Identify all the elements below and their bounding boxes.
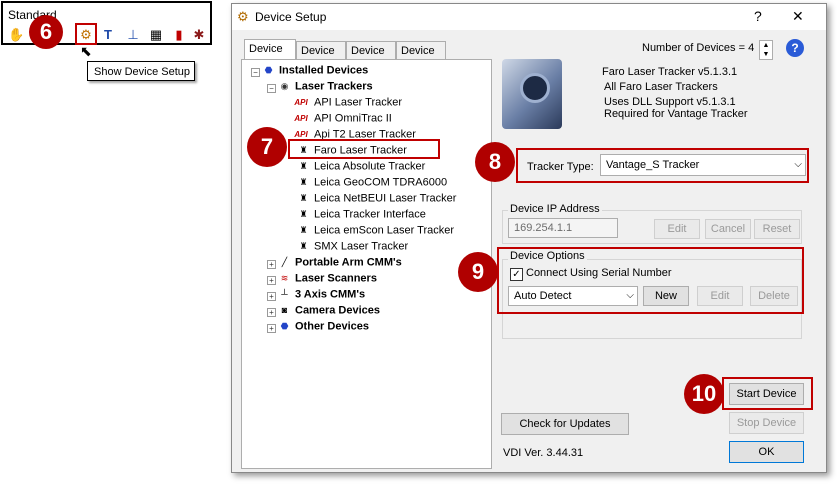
callout-7: 7: [247, 127, 287, 167]
camera-icon: ◙: [281, 305, 288, 315]
check-updates-button[interactable]: Check for Updates: [501, 413, 629, 435]
close-button[interactable]: ✕: [792, 8, 804, 25]
callout-8: 8: [475, 142, 515, 182]
mouse-cursor-icon: ⬉: [80, 43, 92, 59]
tracker-icon[interactable]: ✱: [191, 27, 207, 43]
tree-item-api-laser-tracker[interactable]: API API Laser Tracker: [292, 96, 402, 109]
gear-highlight-box: [75, 23, 97, 45]
stop-device-button[interactable]: Stop Device: [729, 412, 804, 434]
tree-camera-devices[interactable]: ◙ Camera Devices: [278, 304, 380, 317]
collapse-laser-trackers-icon[interactable]: −: [267, 84, 276, 93]
tracker-icon: ♜: [299, 177, 308, 187]
highlight-faro: [288, 139, 440, 159]
device-tree[interactable]: − ⬣ Installed Devices − ◉ Laser Trackers A…: [241, 59, 492, 469]
tree-item-smx[interactable]: ♜ SMX Laser Tracker: [297, 240, 408, 253]
info-line-4: Required for Vantage Tracker: [604, 108, 748, 120]
ip-edit-button[interactable]: Edit: [654, 219, 700, 239]
num-devices-spinner[interactable]: ▲ ▼: [759, 40, 773, 60]
probe-icon[interactable]: T: [100, 27, 116, 43]
laser-scanner-icon: ≋: [280, 273, 289, 283]
tree-item-leica-tracker-interface[interactable]: ♜ Leica Tracker Interface: [297, 208, 425, 221]
tree-item-leica-geocom[interactable]: ♜ Leica GeoCOM TDRA6000: [297, 176, 447, 189]
bar-icon[interactable]: ▮: [171, 27, 187, 43]
tab-device-3[interactable]: Device 3: [346, 41, 396, 75]
tree-portable-arm[interactable]: ╱ Portable Arm CMM's: [278, 256, 402, 269]
tracker-icon: ♜: [299, 241, 308, 251]
callout-10: 10: [684, 374, 724, 414]
callout-9: 9: [458, 252, 498, 292]
expand-portable-arm-icon[interactable]: +: [267, 260, 276, 269]
tab-device-2[interactable]: Device 2: [296, 41, 346, 75]
tree-item-leica-netbeui[interactable]: ♜ Leica NetBEUI Laser Tracker: [297, 192, 456, 205]
info-line-3: Uses DLL Support v5.1.3.1: [604, 96, 736, 108]
installed-devices-icon: ⬣: [264, 65, 273, 75]
tree-item-leica-absolute[interactable]: ♜ Leica Absolute Tracker: [297, 160, 425, 173]
help-button[interactable]: ?: [754, 8, 762, 24]
help-icon[interactable]: ?: [786, 39, 804, 57]
info-line-2: All Faro Laser Trackers: [604, 81, 718, 93]
device-ip-field[interactable]: 169.254.1.1: [508, 218, 618, 238]
expand-other-devices-icon[interactable]: +: [267, 324, 276, 333]
measure-icon[interactable]: ⊥: [125, 27, 141, 43]
tracker-icon: ♜: [299, 193, 308, 203]
highlight-device-options: [497, 247, 804, 314]
tree-item-api-omnitrac[interactable]: API API OmniTrac II: [292, 112, 392, 125]
hand-icon[interactable]: ✋: [8, 27, 24, 43]
tracker-icon: ♜: [299, 225, 308, 235]
tree-laser-trackers[interactable]: ◉ Laser Trackers: [278, 80, 373, 93]
callout-6: 6: [29, 15, 63, 49]
expand-3-axis-cmm-icon[interactable]: +: [267, 292, 276, 301]
ip-reset-button[interactable]: Reset: [754, 219, 800, 239]
ip-cancel-button[interactable]: Cancel: [705, 219, 751, 239]
dialog-title: Device Setup: [255, 10, 327, 24]
info-line-1: Faro Laser Tracker v5.1.3.1: [602, 66, 738, 78]
tree-other-devices[interactable]: ⬣ Other Devices: [278, 320, 369, 333]
ok-button[interactable]: OK: [729, 441, 804, 463]
highlight-start-device: [722, 377, 813, 410]
title-bar: ⚙ Device Setup ? ✕: [232, 4, 826, 30]
tree-root[interactable]: ⬣ Installed Devices: [262, 64, 369, 77]
tooltip-show-device-setup: Show Device Setup: [87, 61, 195, 81]
tab-device-1[interactable]: Device 1: [244, 39, 296, 73]
tracker-image: [502, 59, 562, 129]
tree-item-leica-emscon[interactable]: ♜ Leica emScon Laser Tracker: [297, 224, 454, 237]
cmm-icon: ┴: [281, 289, 288, 299]
vdi-version: VDI Ver. 3.44.31: [503, 447, 584, 459]
expand-camera-devices-icon[interactable]: +: [267, 308, 276, 317]
device-ip-label: Device IP Address: [508, 203, 602, 215]
tracker-icon: ♜: [299, 161, 308, 171]
tree-laser-scanners[interactable]: ≋ Laser Scanners: [278, 272, 377, 285]
grid-icon[interactable]: ▦: [148, 27, 164, 43]
tab-device-4[interactable]: Device 4: [396, 41, 446, 75]
num-devices-label: Number of Devices = 4: [642, 42, 755, 54]
expand-laser-scanners-icon[interactable]: +: [267, 276, 276, 285]
portable-arm-icon: ╱: [281, 257, 288, 267]
tree-3-axis-cmm[interactable]: ┴ 3 Axis CMM's: [278, 288, 365, 301]
collapse-root-icon[interactable]: −: [251, 68, 260, 77]
gear-icon: ⚙: [237, 9, 249, 24]
laser-tracker-group-icon: ◉: [280, 81, 289, 91]
highlight-tracker-type: [516, 148, 809, 183]
other-devices-icon: ⬣: [280, 321, 289, 331]
tracker-icon: ♜: [299, 209, 308, 219]
